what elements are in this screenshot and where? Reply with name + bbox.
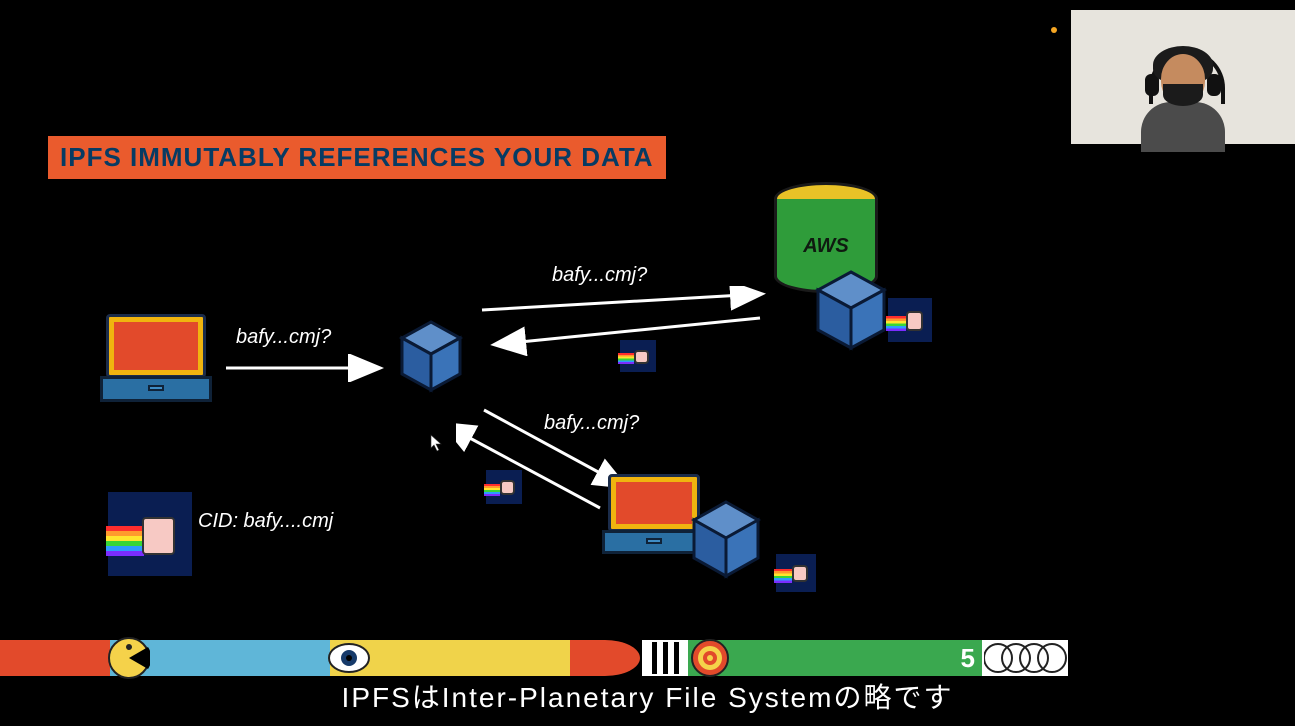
loops-icon <box>984 640 1068 676</box>
aws-label: AWS <box>777 235 875 258</box>
ipfs-node-cube-icon <box>398 318 464 394</box>
client-laptop-icon <box>106 314 212 402</box>
query-label-1: bafy...cmj? <box>236 326 331 349</box>
presenter-avatar <box>1123 44 1243 144</box>
slide-stage: IPFS IMMUTABLY REFERENCES YOUR DATA bafy… <box>0 0 1295 726</box>
subtitle-caption: IPFSはInter-Planetary File Systemの略です <box>0 676 1295 716</box>
webcam-overlay <box>1071 10 1295 144</box>
slide-footer-bar: 5 <box>0 640 1295 676</box>
cid-label: CID: bafy....cmj <box>198 510 333 533</box>
nyan-cat-icon <box>486 470 522 504</box>
pacman-icon <box>108 637 150 679</box>
peer-ipfs-cube-icon <box>690 498 762 580</box>
slide-title-banner: IPFS IMMUTABLY REFERENCES YOUR DATA <box>48 136 666 179</box>
arrow-client-to-node <box>222 354 388 382</box>
aws-ipfs-cube-icon <box>814 268 888 352</box>
decorative-dot <box>1051 27 1057 33</box>
bars-icon <box>646 642 684 674</box>
mouse-cursor-icon <box>430 434 442 452</box>
spiral-target-icon <box>690 638 730 678</box>
nyan-cat-icon <box>888 298 932 342</box>
query-label-2: bafy...cmj? <box>552 264 647 287</box>
nyan-cat-large-icon <box>108 492 192 576</box>
nyan-cat-icon <box>620 340 656 372</box>
eye-icon <box>328 638 370 678</box>
page-number: 5 <box>961 643 975 674</box>
nyan-cat-icon <box>776 554 816 592</box>
